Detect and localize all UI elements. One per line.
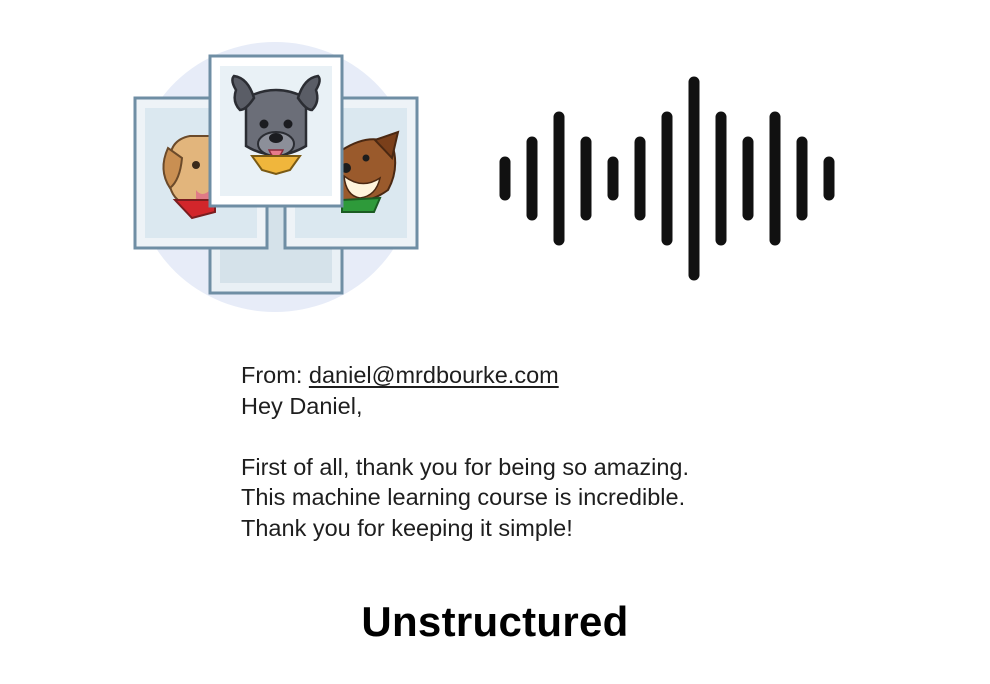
- email-text: From: daniel@mrdbourke.com Hey Daniel, F…: [241, 360, 761, 543]
- dog-photo-cards-icon: [133, 42, 419, 312]
- sound-wave-icon: [499, 76, 835, 281]
- caption-heading: Unstructured: [361, 598, 629, 645]
- email-body-line: Thank you for keeping it simple!: [241, 514, 573, 541]
- from-email-link[interactable]: daniel@mrdbourke.com: [309, 362, 559, 388]
- from-label: From:: [241, 362, 303, 388]
- email-from-line: From: daniel@mrdbourke.com: [241, 360, 761, 391]
- email-greeting: Hey Daniel,: [241, 392, 363, 419]
- email-body-line: First of all, thank you for being so ama…: [241, 453, 690, 480]
- front-photo-card: [208, 54, 344, 208]
- email-body-line: This machine learning course is incredib…: [241, 484, 686, 510]
